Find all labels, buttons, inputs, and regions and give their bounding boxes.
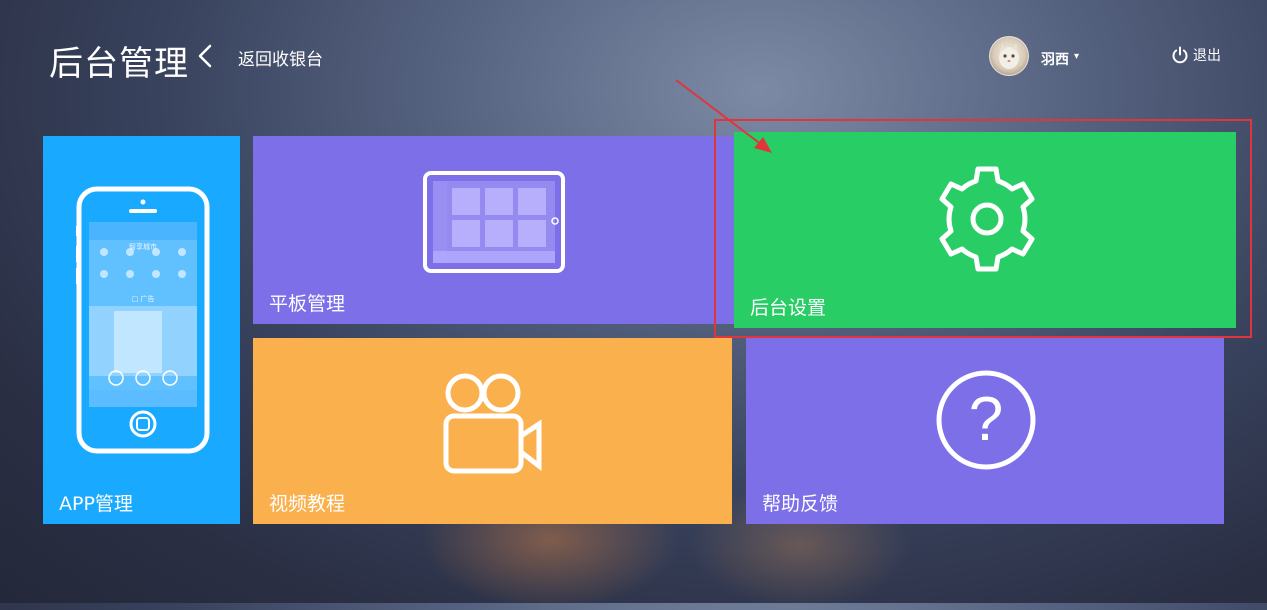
tile-backend-settings[interactable]: 后台设置	[734, 132, 1236, 328]
tile-label: 后台设置	[750, 297, 827, 319]
phone-center-label: □ 广告	[131, 295, 155, 303]
tile-tablet-management[interactable]: 平板管理	[253, 136, 734, 324]
user-menu[interactable]: 羽西	[1041, 49, 1069, 69]
phone-app-name: 智享城市	[129, 243, 157, 251]
avatar-image	[999, 43, 1019, 69]
avatar[interactable]	[989, 36, 1029, 76]
video-camera-icon	[443, 373, 542, 474]
phone-icon	[76, 186, 210, 454]
chevron-down-icon[interactable]: ▾	[1074, 51, 1079, 62]
back-to-cashier-link[interactable]: 返回收银台	[238, 45, 323, 70]
tile-help-feedback[interactable]: ? 帮助反馈	[746, 338, 1224, 524]
help-icon: ?	[936, 370, 1036, 470]
power-icon	[1172, 46, 1188, 64]
page-title: 后台管理	[49, 44, 189, 84]
top-bar: 后台管理 返回收银台 羽西 ▾ 退出	[0, 0, 1267, 110]
tile-video-tutorial[interactable]: 视频教程	[253, 338, 732, 524]
svg-text:?: ?	[969, 385, 1003, 454]
gear-icon	[939, 166, 1035, 272]
tile-label: APP管理	[59, 493, 133, 515]
tablet-icon	[423, 171, 565, 273]
tile-app-management[interactable]: 智享城市 □ 广告 APP管理	[43, 136, 240, 524]
logout-button[interactable]: 退出	[1171, 45, 1221, 65]
tile-label: 平板管理	[269, 293, 346, 315]
back-chevron-icon[interactable]	[194, 43, 216, 69]
logout-label: 退出	[1193, 48, 1221, 64]
tile-label: 视频教程	[269, 493, 346, 515]
tile-label: 帮助反馈	[762, 493, 839, 515]
